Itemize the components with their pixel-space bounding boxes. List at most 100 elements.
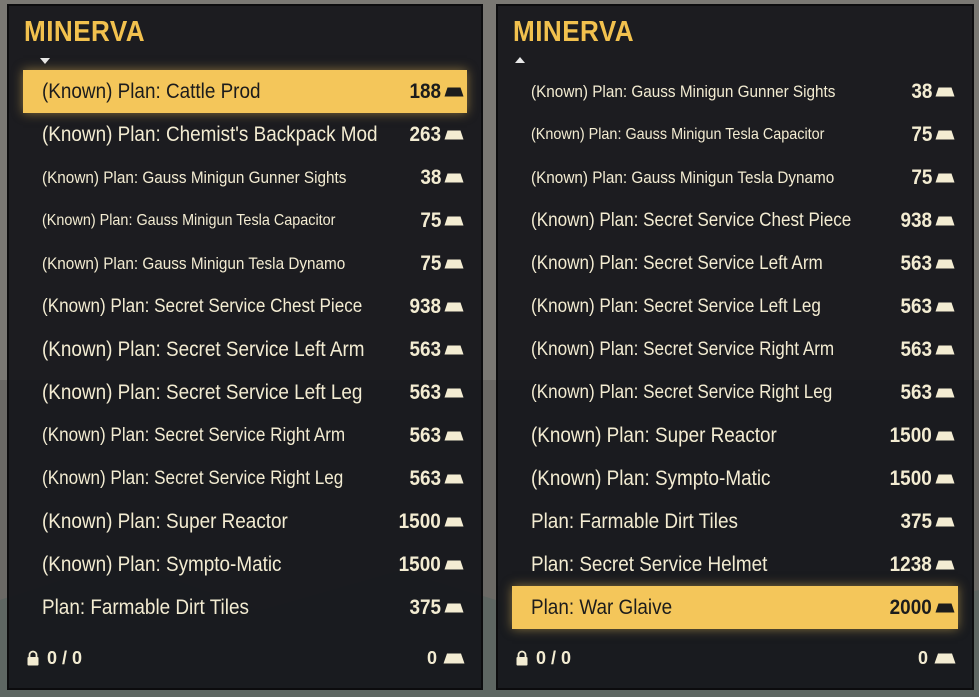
list-item[interactable]: Plan: Secret Service Helmet 1238 <box>512 543 958 586</box>
item-price: 1500 <box>889 423 932 447</box>
item-name: (Known) Plan: Secret Service Chest Piece <box>531 209 852 231</box>
list-item[interactable]: (Known) Plan: Secret Service Right Arm 56… <box>512 328 958 371</box>
item-price: 1500 <box>398 552 441 576</box>
item-name: (Known) Plan: Super Reactor <box>531 423 777 447</box>
item-price: 938 <box>409 294 441 318</box>
caps-icon <box>935 302 955 311</box>
caps-icon <box>935 603 955 612</box>
list-item[interactable]: (Known) Plan: Cattle Prod 188 <box>23 70 467 113</box>
list-item[interactable]: Plan: War Glaive 2000 <box>512 586 958 629</box>
item-price: 1500 <box>889 466 932 490</box>
list-item[interactable]: (Known) Plan: Secret Service Left Leg 563 <box>512 285 958 328</box>
list-item[interactable]: (Known) Plan: Gauss Minigun Tesla Capaci… <box>23 199 467 242</box>
caps-icon <box>935 259 955 268</box>
item-price: 563 <box>900 294 932 318</box>
weight-counter: 0 / 0 <box>536 648 572 668</box>
item-name: (Known) Plan: Secret Service Left Arm <box>42 337 365 361</box>
item-name: (Known) Plan: Gauss Minigun Tesla Dynamo <box>531 167 835 187</box>
caps-icon <box>935 216 955 225</box>
item-price: 563 <box>409 466 441 490</box>
item-name: (Known) Plan: Secret Service Left Leg <box>42 380 363 404</box>
caps-icon <box>444 345 464 354</box>
item-price: 38 <box>419 165 441 189</box>
caps-icon <box>444 517 464 526</box>
item-name: (Known) Plan: Secret Service Right Arm <box>42 424 346 446</box>
caps-icon <box>444 87 464 96</box>
item-price: 1500 <box>398 509 441 533</box>
caps-icon <box>444 259 464 268</box>
item-price: 563 <box>900 251 932 275</box>
list-item[interactable]: (Known) Plan: Chemist's Backpack Mod 263 <box>23 113 467 156</box>
item-price: 2000 <box>889 595 932 619</box>
item-name: (Known) Plan: Super Reactor <box>42 509 288 533</box>
item-list: (Known) Plan: Gauss Minigun Gunner Sight… <box>512 70 958 629</box>
caps-icon <box>935 431 955 440</box>
caps-icon <box>444 560 464 569</box>
list-item[interactable]: (Known) Plan: Secret Service Right Leg 56… <box>23 457 467 500</box>
list-item[interactable]: (Known) Plan: Sympto-Matic 1500 <box>23 543 467 586</box>
list-item[interactable]: (Known) Plan: Secret Service Left Leg 563 <box>23 371 467 414</box>
caps-icon <box>935 388 955 397</box>
caps-icon <box>935 474 955 483</box>
item-price: 563 <box>409 337 441 361</box>
item-name: (Known) Plan: Secret Service Left Leg <box>531 295 821 317</box>
item-name: (Known) Plan: Gauss Minigun Tesla Capaci… <box>531 125 825 143</box>
item-price: 263 <box>409 122 441 146</box>
list-item[interactable]: (Known) Plan: Gauss Minigun Tesla Capaci… <box>512 113 958 156</box>
list-item[interactable]: (Known) Plan: Secret Service Right Arm 56… <box>23 414 467 457</box>
list-item[interactable]: (Known) Plan: Gauss Minigun Gunner Sight… <box>23 156 467 199</box>
item-price: 938 <box>900 208 932 232</box>
lock-icon <box>516 650 528 666</box>
vendor-panel-right: MINERVA (Known) Plan: Gauss Minigun Gunn… <box>496 4 974 690</box>
list-item[interactable]: (Known) Plan: Secret Service Right Leg 56… <box>512 371 958 414</box>
list-item[interactable]: (Known) Plan: Super Reactor 1500 <box>512 414 958 457</box>
caps-icon <box>444 603 464 612</box>
caps-icon <box>444 173 464 182</box>
scroll-down-arrow-icon[interactable] <box>40 58 50 64</box>
item-price: 188 <box>409 79 441 103</box>
item-name: Plan: War Glaive <box>531 595 673 619</box>
list-item[interactable]: (Known) Plan: Secret Service Left Arm 563 <box>23 328 467 371</box>
list-item[interactable]: (Known) Plan: Secret Service Left Arm 563 <box>512 242 958 285</box>
caps-icon <box>935 87 955 96</box>
item-name: (Known) Plan: Gauss Minigun Gunner Sight… <box>42 167 347 187</box>
caps-icon <box>935 173 955 182</box>
caps-icon <box>444 216 464 225</box>
caps-icon <box>444 431 464 440</box>
caps-total: 0 <box>426 648 437 668</box>
item-name: (Known) Plan: Secret Service Right Leg <box>42 467 344 489</box>
list-item[interactable]: (Known) Plan: Super Reactor 1500 <box>23 500 467 543</box>
item-price: 38 <box>910 79 932 103</box>
item-price: 563 <box>900 337 932 361</box>
list-item[interactable]: (Known) Plan: Gauss Minigun Tesla Dynamo… <box>23 242 467 285</box>
caps-icon <box>935 560 955 569</box>
item-name: (Known) Plan: Secret Service Chest Piece <box>42 295 363 317</box>
caps-icon <box>934 653 956 664</box>
caps-icon <box>443 653 465 664</box>
item-price: 563 <box>409 423 441 447</box>
list-item[interactable]: Plan: Farmable Dirt Tiles 375 <box>23 586 467 629</box>
panel-footer: 0 / 0 0 <box>514 648 956 670</box>
item-price: 375 <box>409 595 441 619</box>
item-name: (Known) Plan: Gauss Minigun Gunner Sight… <box>531 81 836 101</box>
list-item[interactable]: (Known) Plan: Sympto-Matic 1500 <box>512 457 958 500</box>
item-price: 1238 <box>889 552 932 576</box>
item-name: (Known) Plan: Secret Service Right Leg <box>531 381 833 403</box>
caps-icon <box>935 130 955 139</box>
panel-title: MINERVA <box>513 16 635 48</box>
panel-footer: 0 / 0 0 <box>25 648 465 670</box>
list-item[interactable]: Plan: Farmable Dirt Tiles 375 <box>512 500 958 543</box>
panel-title: MINERVA <box>24 16 146 48</box>
list-item[interactable]: (Known) Plan: Secret Service Chest Piece… <box>23 285 467 328</box>
caps-icon <box>444 130 464 139</box>
item-price: 75 <box>910 122 932 146</box>
list-item[interactable]: (Known) Plan: Secret Service Chest Piece… <box>512 199 958 242</box>
scroll-up-arrow-icon[interactable] <box>515 57 525 63</box>
item-name: (Known) Plan: Chemist's Backpack Mod <box>42 122 378 146</box>
item-name: (Known) Plan: Gauss Minigun Tesla Dynamo <box>42 253 346 273</box>
item-name: (Known) Plan: Sympto-Matic <box>42 552 282 576</box>
list-item[interactable]: (Known) Plan: Gauss Minigun Tesla Dynamo… <box>512 156 958 199</box>
lock-icon <box>27 650 39 666</box>
list-item[interactable]: (Known) Plan: Gauss Minigun Gunner Sight… <box>512 70 958 113</box>
item-name: (Known) Plan: Cattle Prod <box>42 79 261 103</box>
